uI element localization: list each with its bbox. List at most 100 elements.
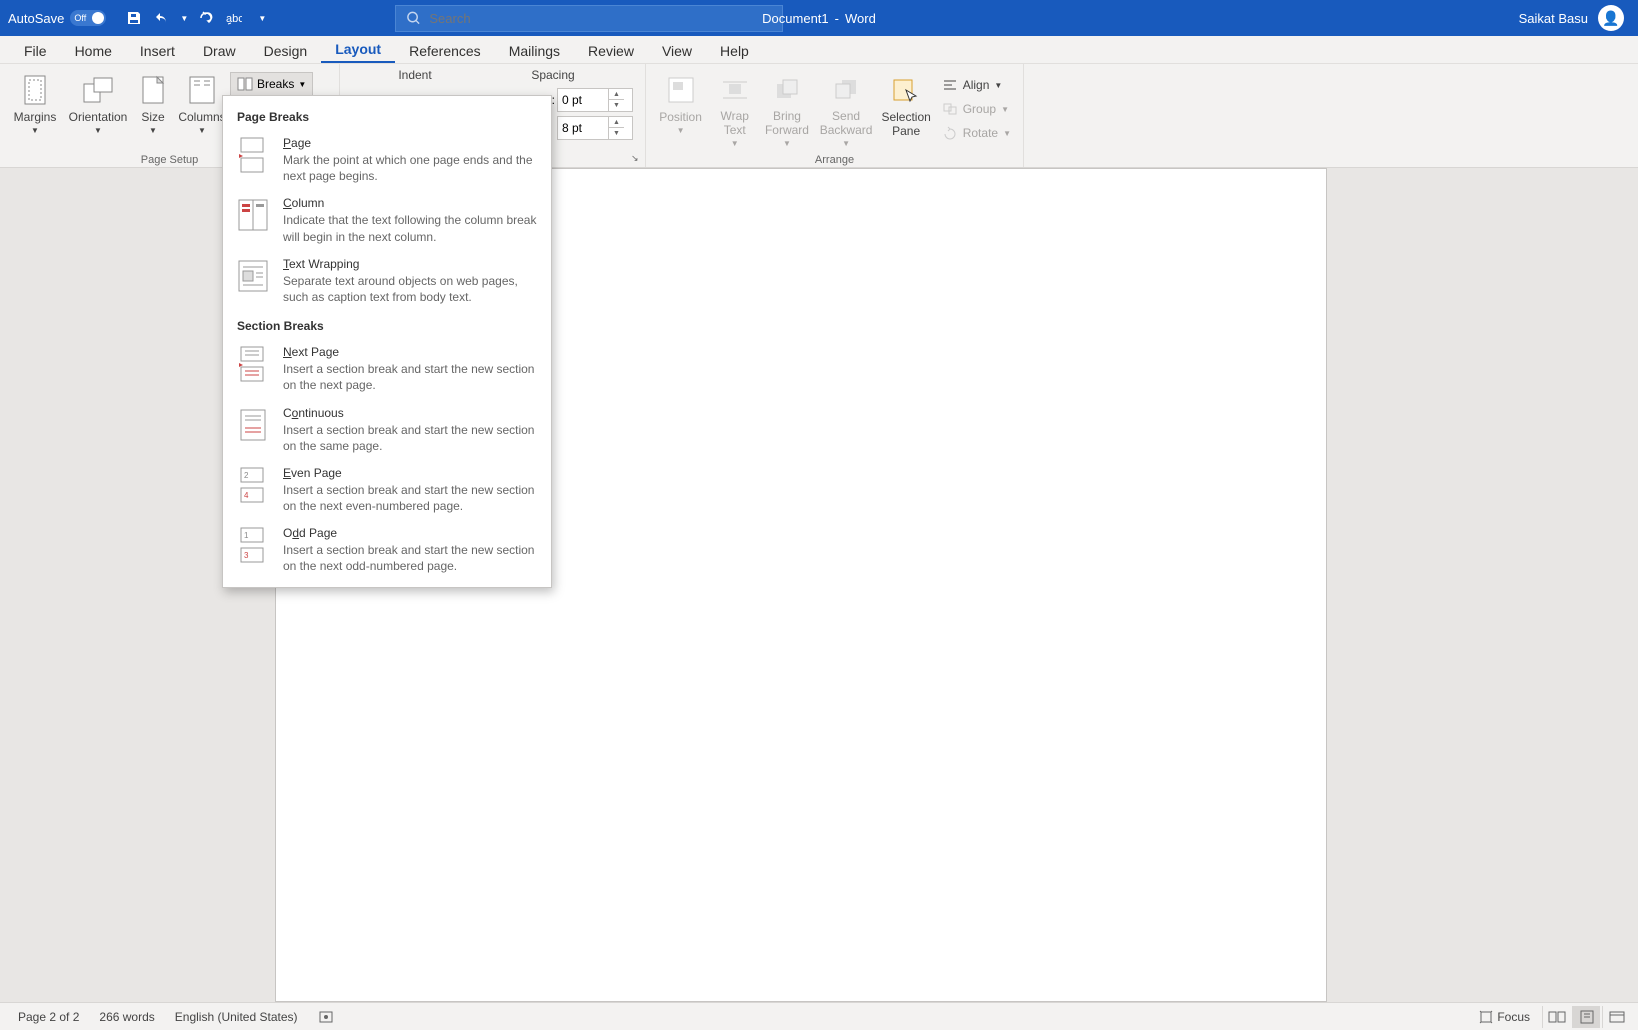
paragraph-launcher[interactable]: ↘ — [631, 153, 643, 165]
orientation-button[interactable]: Orientation ▼ — [66, 70, 130, 152]
undo-dropdown[interactable]: ▼ — [178, 6, 190, 30]
menu-item-even-page[interactable]: 24 Even Page Insert a section break and … — [223, 460, 551, 520]
focus-icon — [1479, 1010, 1493, 1024]
user-name: Saikat Basu — [1519, 11, 1588, 26]
spacing-after-input[interactable]: ▲▼ — [557, 116, 633, 140]
undo-button[interactable] — [150, 6, 174, 30]
spinner-down[interactable]: ▼ — [609, 100, 624, 111]
language-indicator[interactable]: English (United States) — [165, 1010, 308, 1024]
spinner-up[interactable]: ▲ — [609, 89, 624, 100]
tab-insert[interactable]: Insert — [126, 39, 189, 63]
menu-item-next-page[interactable]: Next Page Insert a section break and sta… — [223, 339, 551, 399]
odd-page-icon: 13 — [237, 526, 269, 564]
search-input[interactable] — [429, 11, 772, 26]
send-backward-icon — [832, 76, 860, 104]
print-layout-view[interactable] — [1572, 1006, 1600, 1028]
rotate-icon — [942, 126, 958, 140]
size-label: Size — [141, 110, 164, 124]
spinner-down[interactable]: ▼ — [609, 128, 624, 139]
ribbon-tabs: File Home Insert Draw Design Layout Refe… — [0, 36, 1638, 64]
tab-layout[interactable]: Layout — [321, 37, 395, 63]
breaks-button[interactable]: Breaks ▼ — [230, 72, 313, 96]
even-page-title: Even Page — [283, 466, 537, 480]
bring-forward-icon — [773, 76, 801, 104]
autosave-toggle[interactable]: AutoSave Off — [0, 10, 114, 26]
text-wrapping-icon — [237, 257, 269, 295]
align-icon — [942, 78, 958, 92]
breaks-icon — [237, 77, 253, 91]
send-backward-button[interactable]: Send Backward ▼ — [816, 70, 877, 152]
user-area: Saikat Basu 👤 — [1519, 5, 1638, 31]
group-icon — [942, 102, 958, 116]
menu-item-odd-page[interactable]: 13 Odd Page Insert a section break and s… — [223, 520, 551, 580]
page-desc: Mark the point at which one page ends an… — [283, 152, 537, 184]
page-break-icon — [237, 136, 269, 174]
spinner-up[interactable]: ▲ — [609, 117, 624, 128]
wrap-text-button[interactable]: Wrap Text ▼ — [711, 70, 758, 152]
spacing-header: Spacing — [484, 68, 622, 82]
spacing-after-field[interactable] — [558, 121, 608, 135]
toggle-switch[interactable]: Off — [70, 10, 106, 26]
tab-help[interactable]: Help — [706, 39, 763, 63]
user-avatar[interactable]: 👤 — [1598, 5, 1624, 31]
column-title: Column — [283, 196, 537, 210]
save-button[interactable] — [122, 6, 146, 30]
group-label: Group — [963, 102, 996, 116]
margins-button[interactable]: Margins ▼ — [6, 70, 64, 152]
svg-text:1: 1 — [244, 531, 249, 540]
word-count[interactable]: 266 words — [89, 1010, 164, 1024]
tab-home[interactable]: Home — [61, 39, 126, 63]
chevron-down-icon: ▼ — [1001, 105, 1009, 114]
menu-item-page[interactable]: Page Mark the point at which one page en… — [223, 130, 551, 190]
page-indicator[interactable]: Page 2 of 2 — [8, 1010, 89, 1024]
column-desc: Indicate that the text following the col… — [283, 212, 537, 244]
bring-forward-button[interactable]: Bring Forward ▼ — [760, 70, 813, 152]
read-mode-view[interactable] — [1542, 1006, 1570, 1028]
tab-mailings[interactable]: Mailings — [495, 39, 574, 63]
redo-button[interactable] — [194, 6, 218, 30]
qat-customize[interactable]: ▼ — [250, 6, 274, 30]
quick-styles-button[interactable]: abc — [222, 6, 246, 30]
tab-references[interactable]: References — [395, 39, 495, 63]
search-box[interactable] — [395, 5, 783, 32]
chevron-down-icon: ▼ — [94, 126, 102, 135]
group-button[interactable]: Group ▼ — [942, 98, 1011, 120]
selection-pane-button[interactable]: Selection Pane — [879, 70, 934, 152]
tab-draw[interactable]: Draw — [189, 39, 250, 63]
menu-item-continuous[interactable]: Continuous Insert a section break and st… — [223, 400, 551, 460]
position-button[interactable]: Position ▼ — [652, 70, 709, 152]
chevron-down-icon: ▼ — [677, 126, 685, 135]
margins-label: Margins — [14, 110, 57, 124]
title-separator: - — [835, 11, 839, 26]
save-icon — [126, 10, 142, 26]
svg-text:2: 2 — [244, 471, 249, 480]
bring-forward-label: Bring Forward — [762, 109, 811, 137]
size-button[interactable]: Size ▼ — [132, 70, 174, 152]
text-wrapping-desc: Separate text around objects on web page… — [283, 273, 537, 305]
focus-mode[interactable]: Focus — [1469, 1010, 1540, 1024]
spacing-before-input[interactable]: ▲▼ — [557, 88, 633, 112]
status-bar: Page 2 of 2 266 words English (United St… — [0, 1002, 1638, 1030]
search-icon — [406, 10, 421, 26]
position-label: Position — [659, 110, 702, 124]
tab-file[interactable]: File — [10, 39, 61, 63]
rotate-button[interactable]: Rotate ▼ — [942, 122, 1011, 144]
document-title: Document1 - Word — [762, 11, 876, 26]
macro-recorder[interactable] — [308, 1010, 344, 1024]
position-icon — [667, 76, 695, 104]
chevron-down-icon: ▼ — [842, 139, 850, 148]
quick-access-toolbar: ▼ abc ▼ — [114, 6, 282, 30]
menu-item-column[interactable]: Column Indicate that the text following … — [223, 190, 551, 250]
columns-button[interactable]: Columns ▼ — [176, 70, 228, 152]
rotate-label: Rotate — [963, 126, 998, 140]
odd-page-desc: Insert a section break and start the new… — [283, 542, 537, 574]
column-break-icon — [237, 196, 269, 234]
tab-review[interactable]: Review — [574, 39, 648, 63]
tab-view[interactable]: View — [648, 39, 706, 63]
menu-item-text-wrapping[interactable]: Text Wrapping Separate text around objec… — [223, 251, 551, 311]
tab-design[interactable]: Design — [250, 39, 322, 63]
align-button[interactable]: Align ▼ — [942, 74, 1011, 96]
web-layout-view[interactable] — [1602, 1006, 1630, 1028]
spacing-before-field[interactable] — [558, 93, 608, 107]
undo-icon — [154, 10, 170, 26]
